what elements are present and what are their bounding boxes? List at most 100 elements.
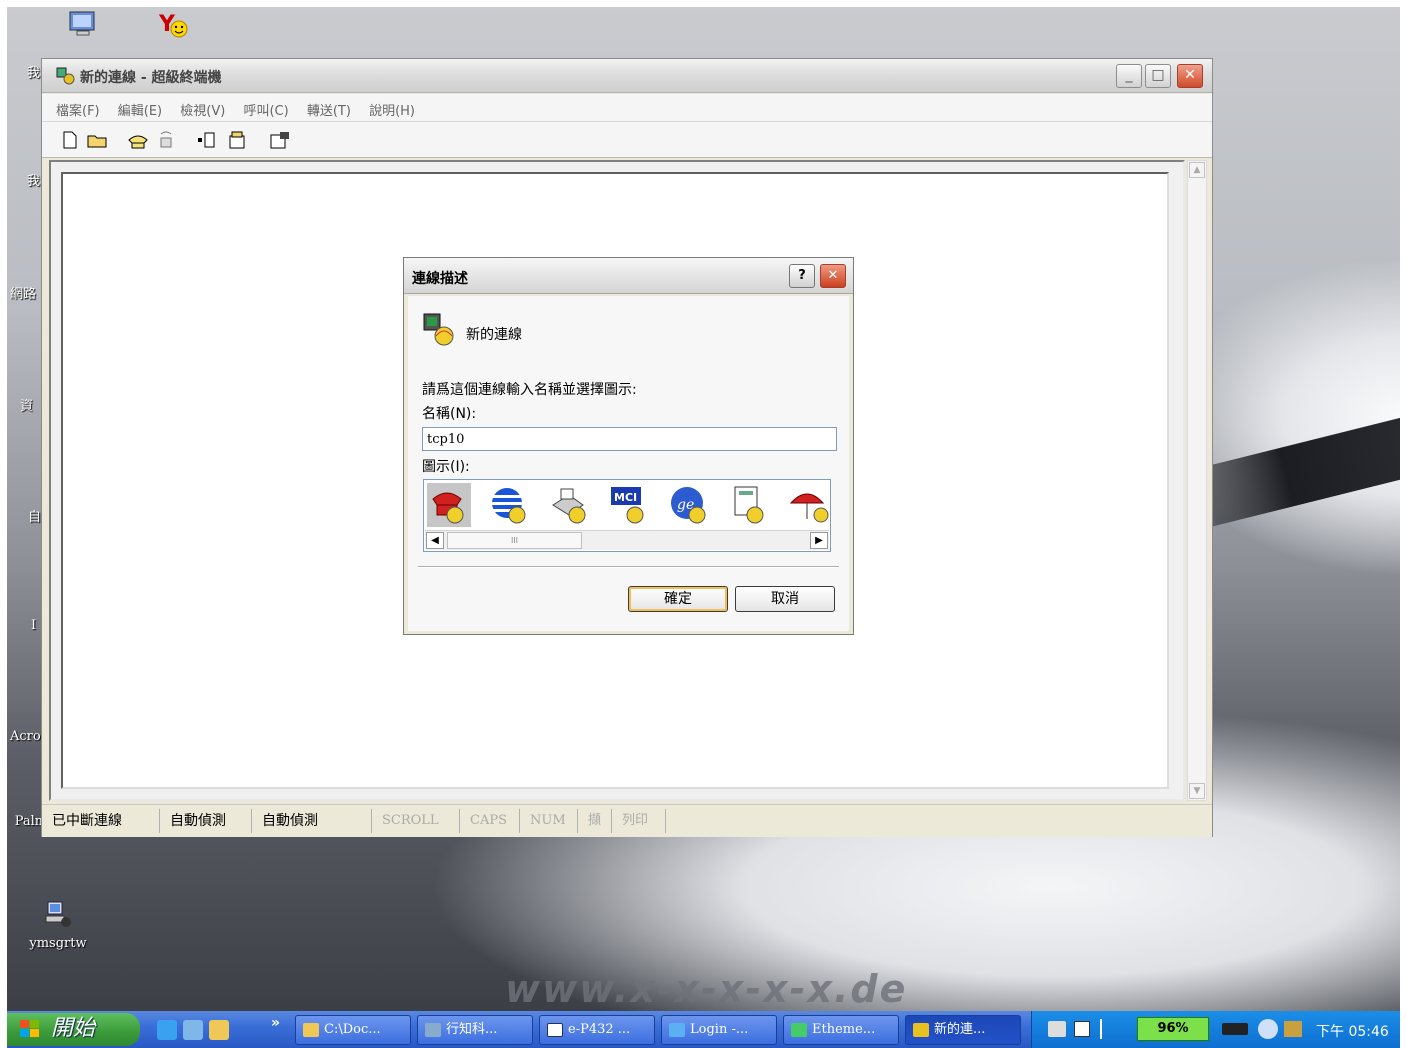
close-button[interactable]: ✕ — [1177, 64, 1203, 88]
quicklaunch-overflow-button[interactable]: » — [271, 1015, 280, 1031]
ok-button[interactable]: 確定 — [628, 586, 728, 612]
help-tray-icon[interactable] — [1074, 1021, 1090, 1037]
disconnect-icon[interactable] — [154, 130, 178, 150]
umbrella-icon[interactable] — [787, 483, 829, 527]
svg-text:MCI: MCI — [614, 491, 637, 504]
menu-transfer[interactable]: 轉送(T) — [307, 100, 351, 119]
menu-help[interactable]: 說明(H) — [369, 100, 415, 119]
menu-call[interactable]: 呼叫(C) — [243, 100, 288, 119]
word-document-icon — [547, 1023, 563, 1037]
ymsgrtw-desktop-icon[interactable]: ymsgrtw — [8, 900, 108, 951]
dialog-close-button[interactable]: ✕ — [820, 264, 846, 288]
cancel-button[interactable]: 取消 — [735, 586, 835, 612]
internet-explorer-icon[interactable] — [157, 1020, 177, 1040]
fax-machine-icon[interactable] — [547, 483, 591, 527]
menu-bar: 檔案(F) 編輯(E) 檢視(V) 呼叫(C) 轉送(T) 說明(H) — [42, 94, 1212, 122]
toolbar — [42, 122, 1212, 158]
ge-logo-icon[interactable]: ge — [667, 483, 711, 527]
open-folder-icon[interactable] — [86, 130, 110, 150]
connection-icon — [423, 313, 454, 346]
instruction-text: 請爲這個連線輸入名稱並選擇圖示: — [422, 382, 637, 398]
taskbar-item-login[interactable]: Login -... — [661, 1015, 777, 1045]
keyboard-icon[interactable] — [1048, 1021, 1066, 1037]
my-computer-desktop-icon[interactable] — [33, 9, 133, 45]
taskbar-item-label: 新的連... — [934, 1022, 986, 1037]
maximize-button[interactable]: □ — [1145, 64, 1171, 88]
taskbar: 開始 » C:\Doc... 行知科... e-P432 ... Login -… — [7, 1011, 1400, 1048]
icon-list-scrollbar[interactable]: ◀ III ▶ — [425, 530, 829, 550]
start-button[interactable]: 開始 — [7, 1013, 140, 1046]
status-detect: 自動偵測 — [160, 809, 252, 833]
receive-file-icon[interactable] — [226, 130, 250, 150]
yahoo-messenger-desktop-icon[interactable]: Y — [123, 9, 223, 45]
icon-field-label: 圖示(I): — [422, 459, 470, 475]
input-method-icon[interactable] — [1100, 1019, 1110, 1039]
power-plug-icon[interactable] — [1222, 1023, 1248, 1035]
status-bar: 已中斷連線 自動偵測 自動偵測 SCROLL CAPS NUM 擷 列印 — [42, 804, 1212, 837]
desktop-label-fragment: 我 — [27, 66, 41, 81]
desktop-label-fragment: 我 — [27, 174, 41, 189]
hyperterminal-icon — [56, 67, 75, 85]
scroll-right-arrow[interactable]: ▶ — [810, 532, 828, 549]
scroll-left-arrow[interactable]: ◀ — [426, 532, 444, 549]
help-button[interactable]: ? — [789, 264, 815, 288]
menu-file[interactable]: 檔案(F) — [56, 100, 100, 119]
computer-icon — [69, 11, 95, 36]
vertical-scrollbar[interactable]: ▲ ▼ — [1187, 160, 1207, 801]
status-caps: CAPS — [460, 809, 520, 833]
window-titlebar[interactable]: 新的連線 - 超級終端機 _ □ ✕ — [42, 59, 1212, 93]
icon-picker-list[interactable]: MCI ge ◀ III ▶ — [423, 479, 831, 552]
ethereal-icon — [791, 1023, 807, 1037]
desktop-label-fragment: 資 — [20, 399, 34, 414]
status-num: NUM — [520, 809, 578, 833]
minimize-button[interactable]: _ — [1116, 64, 1142, 88]
taskbar-item-word[interactable]: e-P432 ... — [539, 1015, 655, 1045]
yahoo-icon: Y — [158, 12, 188, 38]
status-print: 列印 — [612, 809, 666, 833]
scroll-up-arrow[interactable]: ▲ — [1189, 162, 1205, 178]
computer-user-icon — [45, 901, 71, 927]
call-phone-icon[interactable] — [126, 130, 150, 150]
system-tray: 96% 下午 05:46 — [1031, 1011, 1400, 1048]
connection-name-label: 新的連線 — [466, 327, 522, 343]
desktop: www.x-x-x-x-x.de Y 我 我 網路 資 自 I Acro Pal… — [7, 7, 1400, 1011]
new-document-icon[interactable] — [58, 130, 82, 150]
status-connection: 已中斷連線 — [42, 809, 160, 833]
dialog-titlebar[interactable]: 連線描述 ? ✕ — [404, 258, 853, 294]
desktop-icon-label: ymsgrtw — [29, 936, 87, 951]
internet-explorer-icon — [669, 1023, 685, 1037]
status-detect: 自動偵測 — [252, 809, 372, 833]
connection-name-input[interactable] — [422, 427, 837, 451]
wallpaper-watermark: www.x-x-x-x-x.de — [505, 967, 908, 1011]
taskbar-item-label: Login -... — [690, 1022, 749, 1037]
hyperterminal-icon — [913, 1023, 929, 1037]
taskbar-item-label: C:\Doc... — [324, 1022, 381, 1037]
menu-view[interactable]: 檢視(V) — [180, 100, 225, 119]
battery-indicator[interactable]: 96% — [1137, 1017, 1209, 1041]
taskbar-item-ethereal[interactable]: Etheme... — [783, 1015, 899, 1045]
taskbar-item-explorer[interactable]: C:\Doc... — [295, 1015, 411, 1045]
show-hidden-icons-button[interactable] — [1258, 1019, 1278, 1039]
connection-description-dialog: 連線描述 ? ✕ 新的連線 請爲這個連線輸入名稱並選擇圖示: 名稱(N): 圖示… — [403, 257, 854, 635]
quicklaunch-icon[interactable] — [183, 1020, 203, 1040]
desktop-label-fragment: 網路 — [10, 287, 37, 302]
clock: 下午 05:46 — [1316, 1024, 1389, 1040]
menu-edit[interactable]: 編輯(E) — [118, 100, 162, 119]
document-phone-icon[interactable] — [727, 483, 771, 527]
window-icon — [425, 1023, 441, 1037]
desktop-label-fragment: 自 — [28, 510, 42, 525]
desktop-label-fragment: Acro — [10, 729, 41, 744]
globe-stripes-icon[interactable] — [487, 483, 531, 527]
scroll-down-arrow[interactable]: ▼ — [1189, 783, 1205, 799]
window-title: 新的連線 - 超級終端機 — [80, 70, 222, 86]
send-file-icon[interactable] — [196, 130, 220, 150]
folder-icon[interactable] — [209, 1020, 229, 1040]
tray-app-icon[interactable] — [1284, 1021, 1302, 1037]
taskbar-item-browser[interactable]: 行知科... — [417, 1015, 533, 1045]
taskbar-item-hyperterminal[interactable]: 新的連... — [905, 1015, 1021, 1045]
mci-icon[interactable]: MCI — [607, 483, 651, 527]
taskbar-item-label: Etheme... — [812, 1022, 876, 1037]
red-phone-icon[interactable] — [427, 483, 471, 527]
properties-icon[interactable] — [268, 130, 292, 150]
scroll-thumb[interactable]: III — [447, 532, 582, 549]
